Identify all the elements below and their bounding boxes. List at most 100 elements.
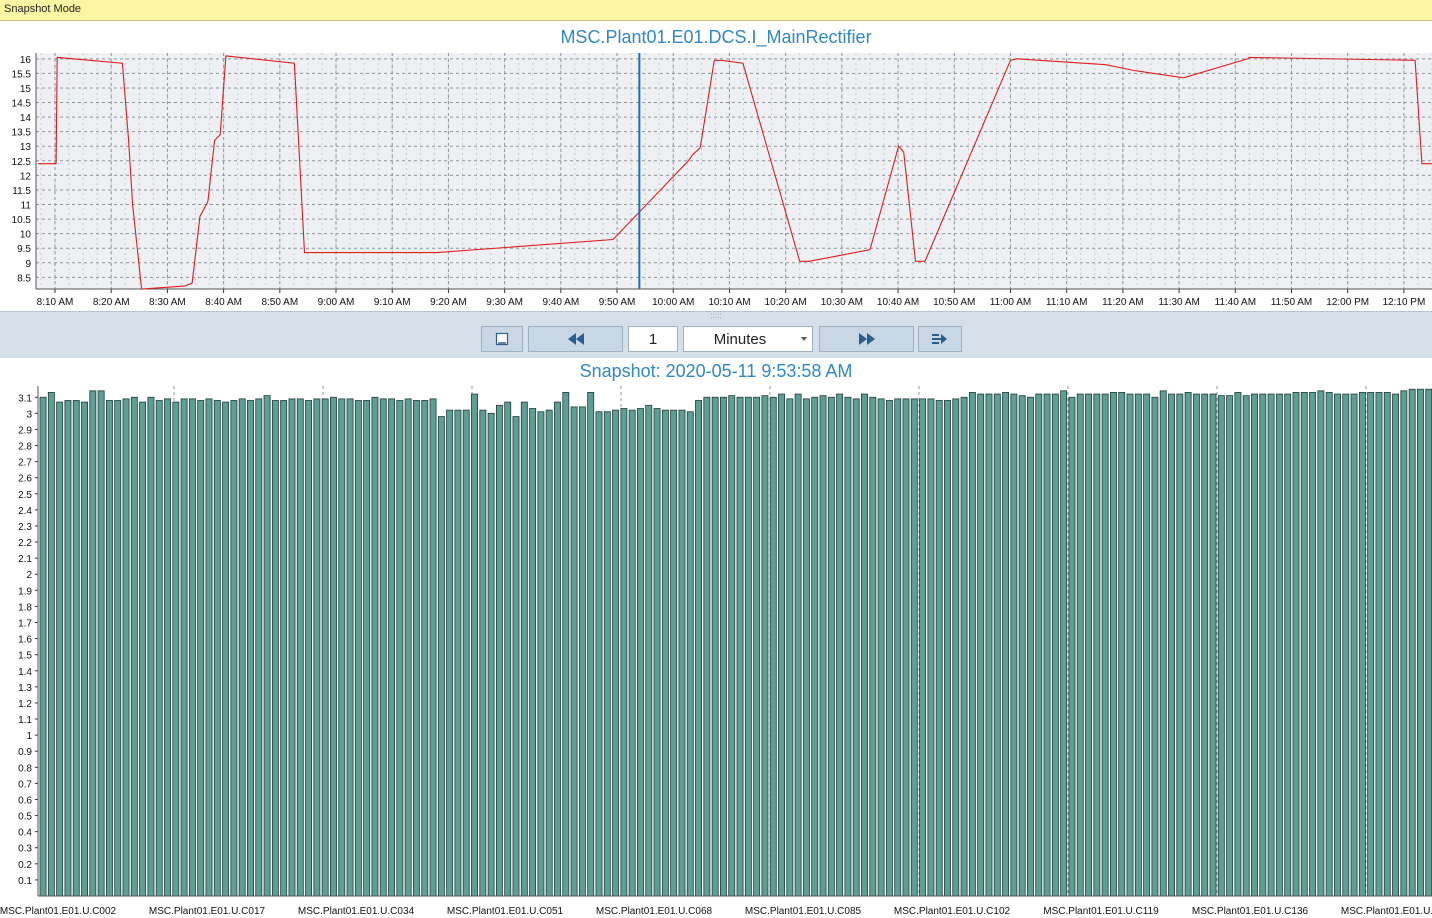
bar xyxy=(139,401,147,897)
bar xyxy=(603,411,611,897)
bar xyxy=(935,400,943,897)
snapshot-chart-title: Snapshot: 2020-05-11 9:53:58 AM xyxy=(579,361,853,381)
y-tick-label: 1.5 xyxy=(18,651,32,662)
bar xyxy=(1267,393,1275,897)
x-tick-label: MSC.Plant01.E01.U.C153 xyxy=(1341,906,1432,917)
y-tick-label: 11.5 xyxy=(12,186,31,197)
bar xyxy=(952,398,960,897)
bar xyxy=(130,396,138,897)
trend-chart[interactable]: 16 15.5 15 14.5 14 13.5 13 12.5 12 11.5 11 10.5 10 9.… xyxy=(0,21,1432,311)
bar xyxy=(330,396,337,897)
bar xyxy=(1325,392,1333,897)
x-tick-label: 9:20 AM xyxy=(430,297,467,308)
step-back-button[interactable] xyxy=(528,326,623,352)
y-tick-label: 1.8 xyxy=(18,602,32,613)
x-tick-label: 8:40 AM xyxy=(205,297,242,308)
x-tick-label: 9:30 AM xyxy=(486,297,523,308)
y-tick-label: 0.5 xyxy=(18,812,32,823)
bar xyxy=(736,396,744,897)
bar xyxy=(429,398,437,897)
x-tick-label: 11:30 AM xyxy=(1158,297,1200,308)
bar xyxy=(421,400,429,897)
bar xyxy=(338,398,346,897)
bar xyxy=(985,393,993,897)
bar xyxy=(1159,390,1167,897)
bar xyxy=(645,404,653,897)
bar xyxy=(255,398,263,897)
bar xyxy=(529,408,537,897)
bar xyxy=(1292,392,1300,897)
x-tick-label: 10:10 AM xyxy=(708,297,750,308)
bar xyxy=(578,406,586,897)
bar xyxy=(562,392,570,897)
x-tick-label: MSC.Plant01.E01.U.C136 xyxy=(1192,906,1309,917)
step-unit-select[interactable]: Minutes xyxy=(683,326,813,352)
bar xyxy=(894,398,902,897)
x-tick-label: 8:30 AM xyxy=(149,297,186,308)
x-tick-label: 9:00 AM xyxy=(318,297,355,308)
bar xyxy=(1051,393,1059,897)
trend-chart-panel[interactable]: 16 15.5 15 14.5 14 13.5 13 12.5 12 11.5 11 10.5 10 9.… xyxy=(0,21,1432,311)
bar xyxy=(122,398,130,897)
bar xyxy=(1093,393,1101,897)
bar xyxy=(1317,390,1325,897)
bar xyxy=(1060,390,1068,897)
jump-end-icon xyxy=(932,334,947,344)
bar xyxy=(1358,392,1366,897)
bar xyxy=(263,395,271,897)
snapshot-bar-chart[interactable]: 3.1 3 2.9 2.8 2.7 2.6 2.5 2.4 2.3 2.2 2.1 2 1.9 1.8 1.… xyxy=(0,358,1432,918)
bar xyxy=(993,393,1001,897)
bar xyxy=(321,398,329,897)
bar xyxy=(1342,393,1350,897)
bar xyxy=(520,401,528,897)
bar xyxy=(296,398,304,897)
reset-view-icon xyxy=(495,332,509,346)
bar xyxy=(1101,393,1109,897)
bar xyxy=(802,398,810,897)
bar xyxy=(836,393,844,897)
bar xyxy=(164,398,171,897)
step-forward-button[interactable] xyxy=(819,326,914,352)
y-tick-label: 2.3 xyxy=(18,522,32,533)
x-tick-label: MSC.Plant01.E01.U.C068 xyxy=(596,906,713,917)
bar xyxy=(761,395,769,897)
bar xyxy=(1209,393,1217,897)
y-tick-label: 15 xyxy=(20,84,32,95)
bar xyxy=(778,393,785,897)
y-tick-label: 15.5 xyxy=(12,69,32,80)
bar xyxy=(869,396,877,897)
bar xyxy=(612,409,620,897)
bar xyxy=(720,396,727,897)
bar xyxy=(363,400,371,897)
snapshot-chart-panel[interactable]: 3.1 3 2.9 2.8 2.7 2.6 2.5 2.4 2.3 2.2 2.1 2 1.9 1.8 1.… xyxy=(0,358,1432,918)
reset-view-button[interactable] xyxy=(481,326,523,352)
splitter-grip[interactable]: ::::: xyxy=(707,312,725,320)
y-tick-label: 2.1 xyxy=(18,554,32,565)
jump-to-end-button[interactable] xyxy=(918,326,962,352)
y-tick-label: 8.5 xyxy=(17,273,31,284)
bar xyxy=(1234,392,1242,897)
y-tick-label: 0.8 xyxy=(18,763,32,774)
bar xyxy=(1176,393,1184,897)
bar xyxy=(686,411,694,897)
bar xyxy=(230,400,238,897)
chevron-down-icon xyxy=(801,337,807,341)
y-tick-label: 1.4 xyxy=(18,667,32,678)
bar xyxy=(885,400,893,897)
bar xyxy=(1275,393,1283,897)
bar xyxy=(1400,390,1408,897)
bar xyxy=(695,400,703,897)
x-tick-label: MSC.Plant01.E01.U.C034 xyxy=(298,906,415,917)
y-tick-label: 16 xyxy=(20,55,32,66)
bar xyxy=(1383,392,1391,897)
step-count-input[interactable] xyxy=(628,326,678,352)
bar xyxy=(180,398,188,897)
bar xyxy=(1068,396,1076,897)
bar xyxy=(1417,388,1424,897)
bar xyxy=(313,398,321,897)
y-tick-label: 0.9 xyxy=(18,747,32,758)
bar xyxy=(977,393,985,897)
bar xyxy=(288,398,296,897)
bar xyxy=(744,396,752,897)
bar xyxy=(628,409,636,897)
